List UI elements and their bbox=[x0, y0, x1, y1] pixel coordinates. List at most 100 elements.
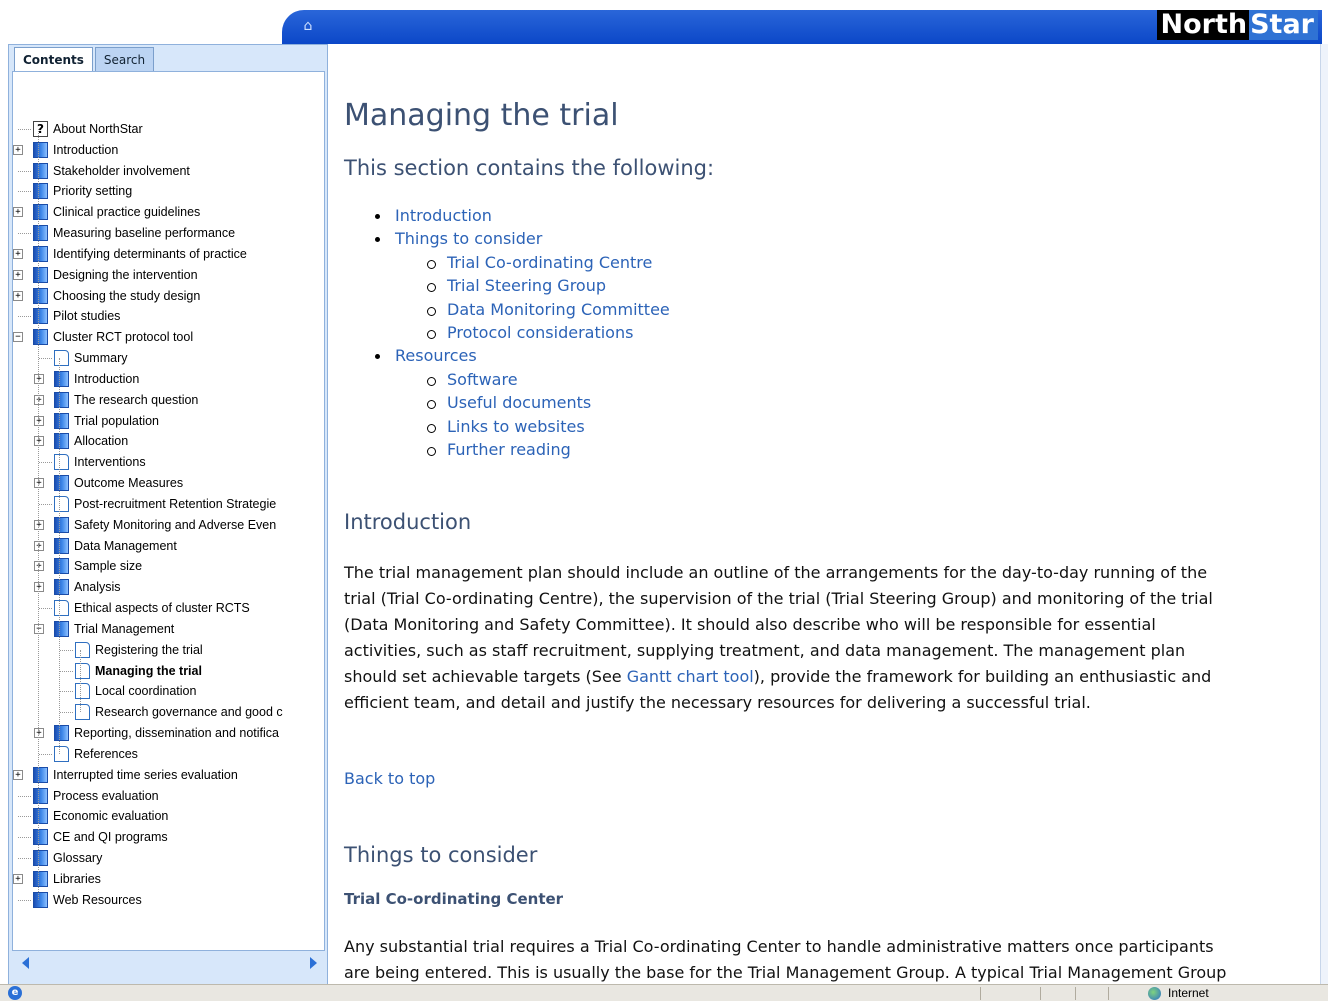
page-icon bbox=[75, 683, 90, 700]
nav-tabs: Contents Search bbox=[14, 47, 156, 71]
expand-icon[interactable]: + bbox=[13, 769, 23, 780]
book-icon bbox=[33, 287, 48, 304]
vertical-scrollbar[interactable] bbox=[1320, 44, 1328, 984]
tree-item-label: Cluster RCT protocol tool bbox=[53, 330, 194, 345]
tree-item[interactable]: + Libraries bbox=[13, 869, 324, 889]
home-icon[interactable]: ⌂ bbox=[299, 17, 317, 35]
toc-link-reading[interactable]: Further reading bbox=[427, 440, 571, 459]
toc-link-documents[interactable]: Useful documents bbox=[426, 393, 591, 412]
expand-icon[interactable]: + bbox=[13, 207, 23, 218]
tab-search[interactable]: Search bbox=[94, 47, 155, 71]
toc-link-protocol[interactable]: Protocol considerations bbox=[426, 323, 633, 342]
tree-item[interactable]: Measuring baseline performance bbox=[13, 223, 324, 243]
tree-item[interactable]: + Choosing the study design bbox=[13, 286, 324, 306]
expand-icon[interactable]: + bbox=[13, 248, 23, 259]
book-icon bbox=[54, 391, 69, 408]
tree-item-label: The research question bbox=[74, 392, 199, 407]
tree-item[interactable]: Glossary bbox=[13, 848, 324, 868]
expand-icon[interactable]: + bbox=[34, 373, 44, 384]
tree-item[interactable]: Web Resources bbox=[13, 890, 324, 910]
tree-item[interactable]: Economic evaluation bbox=[13, 806, 324, 826]
tree-item[interactable]: + Introduction bbox=[13, 140, 324, 160]
book-icon bbox=[33, 891, 48, 908]
expand-icon[interactable]: + bbox=[34, 519, 44, 530]
tree-guide bbox=[60, 649, 73, 651]
tree-item[interactable]: CE and QI programs bbox=[13, 827, 324, 847]
tree-item[interactable]: + Designing the intervention bbox=[13, 265, 324, 285]
toc-link-resources[interactable]: Resources bbox=[375, 346, 477, 365]
expand-icon[interactable]: + bbox=[34, 728, 44, 739]
expand-icon[interactable]: + bbox=[13, 290, 23, 301]
book-icon bbox=[54, 537, 69, 554]
horizontal-scrollbar[interactable] bbox=[12, 951, 325, 981]
tree-item-label: Data Management bbox=[74, 538, 177, 553]
tree-item[interactable]: Priority setting bbox=[13, 181, 324, 201]
status-divider bbox=[1075, 987, 1076, 1000]
page-icon bbox=[54, 454, 69, 471]
expand-icon[interactable]: + bbox=[34, 582, 44, 593]
tree-item[interactable]: ? About NorthStar bbox=[13, 119, 324, 139]
book-icon bbox=[54, 370, 69, 387]
toc-link-dmc[interactable]: Data Monitoring Committee bbox=[427, 300, 670, 319]
expand-icon[interactable]: + bbox=[13, 144, 23, 155]
tree-item[interactable]: + Identifying determinants of practice bbox=[13, 244, 324, 264]
tree-guide bbox=[18, 795, 31, 797]
tree-guide bbox=[39, 358, 52, 360]
tree-item[interactable]: − Cluster RCT protocol tool bbox=[13, 327, 324, 347]
scroll-left-icon[interactable] bbox=[22, 957, 29, 969]
logo-star: Star bbox=[1249, 10, 1318, 40]
expand-icon[interactable]: + bbox=[34, 478, 44, 489]
expand-icon[interactable]: + bbox=[34, 561, 44, 572]
page-icon bbox=[54, 350, 69, 367]
tree-item-label: Outcome Measures bbox=[74, 476, 184, 491]
tree-item[interactable]: Process evaluation bbox=[13, 786, 324, 806]
help-icon: ? bbox=[33, 121, 48, 137]
tree-item-label: Introduction bbox=[74, 371, 140, 386]
book-icon bbox=[54, 725, 69, 742]
toc-link-software[interactable]: Software bbox=[427, 370, 518, 389]
tree-item[interactable]: + Interrupted time series evaluation bbox=[13, 765, 324, 785]
toc-link-introduction[interactable]: Introduction bbox=[375, 206, 492, 225]
tree-item-label: Stakeholder involvement bbox=[53, 163, 190, 178]
book-icon bbox=[54, 516, 69, 533]
collapse-icon[interactable]: − bbox=[34, 623, 44, 634]
tree-item-label: Interrupted time series evaluation bbox=[53, 767, 238, 782]
back-to-top-link[interactable]: Back to top bbox=[344, 769, 435, 788]
tree-guide bbox=[18, 316, 31, 318]
tree-item-label: Economic evaluation bbox=[53, 809, 169, 824]
expand-icon[interactable]: + bbox=[34, 394, 44, 405]
tree-item-label: Post-recruitment Retention Strategie bbox=[74, 496, 277, 511]
expand-icon[interactable]: + bbox=[34, 436, 44, 447]
navigation-pane: Contents Search ? About NorthStar + Introdu… bbox=[8, 44, 328, 986]
collapse-icon[interactable]: − bbox=[13, 332, 23, 343]
tree-item-label: Glossary bbox=[53, 851, 103, 866]
page-title: Managing the trial bbox=[344, 98, 619, 133]
intro-line-5-tail: ), provide the framework for building an… bbox=[753, 667, 1212, 686]
book-icon bbox=[33, 308, 48, 325]
book-icon bbox=[33, 329, 48, 346]
gantt-chart-link[interactable]: Gantt chart tool bbox=[627, 667, 754, 686]
tree-guide bbox=[18, 816, 31, 818]
tree-item-label: Trial Management bbox=[74, 621, 175, 636]
tree-item[interactable]: + Clinical practice guidelines bbox=[13, 202, 324, 222]
expand-icon[interactable]: + bbox=[34, 415, 44, 426]
expand-icon[interactable]: + bbox=[13, 269, 23, 280]
toc-link-tcc[interactable]: Trial Co-ordinating Centre bbox=[426, 253, 652, 272]
tree-item-label: Clinical practice guidelines bbox=[53, 205, 201, 220]
toc-link-things[interactable]: Things to consider bbox=[374, 229, 542, 248]
toc-link-websites[interactable]: Links to websites bbox=[427, 417, 585, 436]
book-icon bbox=[33, 870, 48, 887]
tree-item[interactable]: Pilot studies bbox=[13, 306, 324, 326]
scroll-right-icon[interactable] bbox=[310, 957, 317, 969]
toc-link-tsg[interactable]: Trial Steering Group bbox=[426, 276, 606, 295]
tree-item[interactable]: Stakeholder involvement bbox=[13, 161, 324, 181]
expand-icon[interactable]: + bbox=[34, 540, 44, 551]
tcc-line-2: are being entered. This is usually the b… bbox=[344, 963, 1227, 982]
tcc-line-1: Any substantial trial requires a Trial C… bbox=[344, 937, 1214, 956]
tree-item-label: Reporting, dissemination and notifica bbox=[74, 726, 279, 741]
book-icon bbox=[33, 850, 48, 867]
expand-icon[interactable]: + bbox=[13, 873, 23, 884]
tab-contents[interactable]: Contents bbox=[14, 47, 93, 71]
tree-item-label: Introduction bbox=[53, 142, 119, 157]
tree-item-label: Web Resources bbox=[53, 892, 142, 907]
